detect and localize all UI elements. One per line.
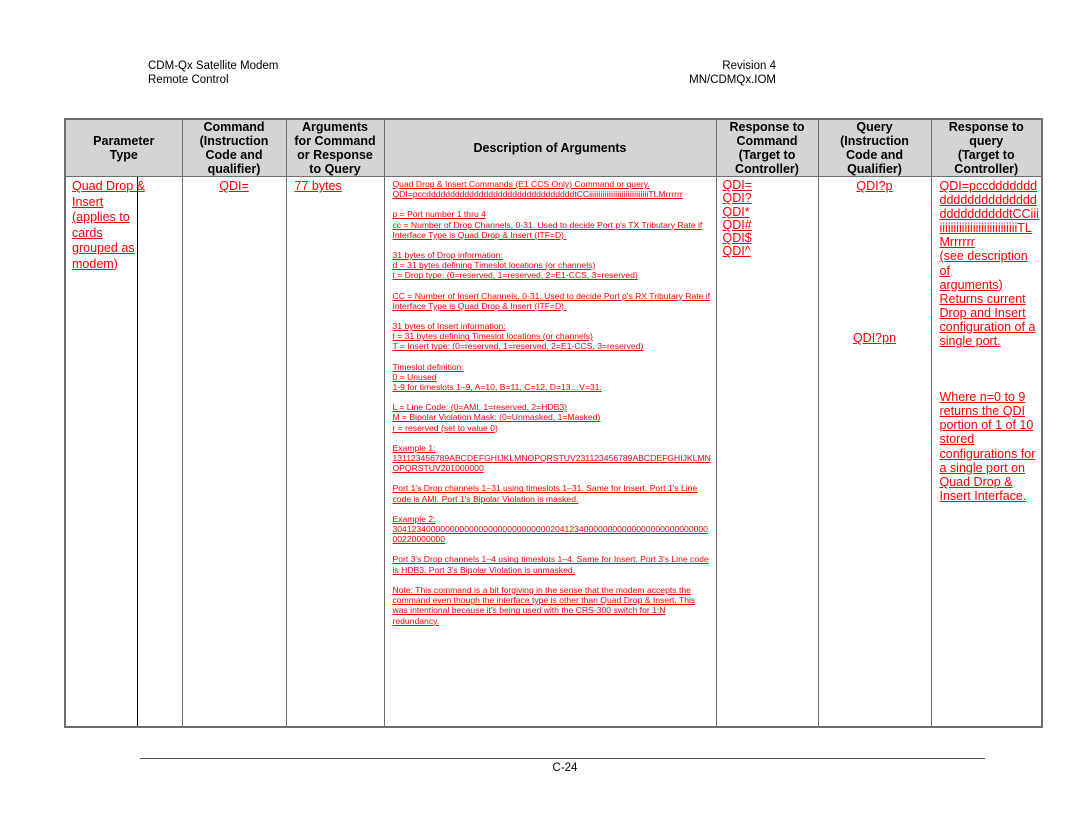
- table-row: Quad Drop & Insert (applies to cards gro…: [64, 176, 1043, 727]
- column-header-response-to-query: Response to query (Target to Controller): [930, 118, 1043, 177]
- arguments-cell: 77 bytes: [285, 176, 385, 727]
- description-paragraph: Example 1: 131123456789ABCDEFGHIJKLMNOPQ…: [392, 442, 711, 474]
- response-code: QDI^: [722, 244, 751, 259]
- description-paragraph: Timeslot definition: 0 = Unused 1-9 for …: [392, 361, 602, 393]
- document-id: MN/CDMQx.IOM: [689, 74, 776, 86]
- section-title: Remote Control: [148, 74, 229, 86]
- command-code: QDI=: [219, 179, 249, 193]
- response-code: QDI#: [722, 217, 752, 232]
- footer-divider: [140, 758, 985, 759]
- response-code: QDI$: [722, 231, 752, 246]
- query-cell: QDI?p QDI?pn: [817, 176, 932, 727]
- response-code: QDI*: [722, 204, 750, 219]
- query-code: QDI?pn: [852, 331, 897, 345]
- description-paragraph: 31 bytes of Insert information: I = 31 b…: [392, 321, 644, 352]
- column-header-parameter-type: Parameter Type: [64, 118, 183, 177]
- response-code: QDI=: [722, 178, 753, 192]
- response-to-command-cell: QDI= QDI? QDI* QDI# QDI$ QDI^: [715, 176, 819, 727]
- response-to-query-cell: QDI=pccddddddd dddddddddddddd dddddddddd…: [930, 176, 1043, 727]
- column-header-response-to-command: Response to Command (Target to Controlle…: [715, 118, 819, 177]
- description-paragraph: Note: This command is a bit forgiving in…: [392, 584, 696, 626]
- column-header-command: Command (Instruction Code and qualifier): [181, 118, 287, 177]
- revision-label: Revision 4: [722, 60, 776, 72]
- argument-size: 77 bytes: [294, 179, 342, 193]
- description-cell: Quad Drop & Insert Commands (E1 CCS Only…: [383, 176, 717, 727]
- column-header-description: Description of Arguments: [383, 118, 717, 177]
- description-paragraph: Port 1's Drop channels 1–31 using timesl…: [392, 483, 698, 504]
- command-spec-table: Parameter Type Command (Instruction Code…: [64, 118, 1043, 728]
- page-number: C-24: [552, 762, 578, 774]
- description-paragraph: Port 3's Drop channels 1–4 using timeslo…: [392, 554, 709, 575]
- description-paragraph: Quad Drop & Insert Commands (E1 CCS Only…: [392, 179, 683, 200]
- description-paragraph: L = Line Code: (0=AMI, 1=reserved, 2=HDB…: [392, 402, 601, 433]
- table-header-row: Parameter Type Command (Instruction Code…: [64, 118, 1043, 177]
- description-paragraph: p = Port number 1 thru 4 cc = Number of …: [392, 209, 703, 240]
- description-paragraph: 31 bytes of Drop information: d = 31 byt…: [392, 250, 638, 281]
- description-paragraph: Example 2: 30412340000000000000000000000…: [392, 513, 708, 545]
- command-cell: QDI=: [181, 176, 287, 727]
- query-code: QDI?p: [856, 179, 893, 193]
- product-title: CDM-Qx Satellite Modem: [148, 60, 279, 72]
- column-header-query: Query (Instruction Code and Qualifier): [817, 118, 932, 177]
- document-header-right: Revision 4 MN/CDMQx.IOM: [620, 59, 776, 87]
- revision-bar: [137, 177, 138, 726]
- column-header-arguments: Arguments for Command or Response to Que…: [285, 118, 385, 177]
- document-header-left: CDM-Qx Satellite Modem Remote Control: [148, 59, 278, 87]
- parameter-type-cell: Quad Drop & Insert (applies to cards gro…: [64, 176, 183, 727]
- response-code: QDI?: [722, 191, 752, 206]
- description-paragraph: CC = Number of Insert Channels, 0-31. Us…: [392, 290, 711, 311]
